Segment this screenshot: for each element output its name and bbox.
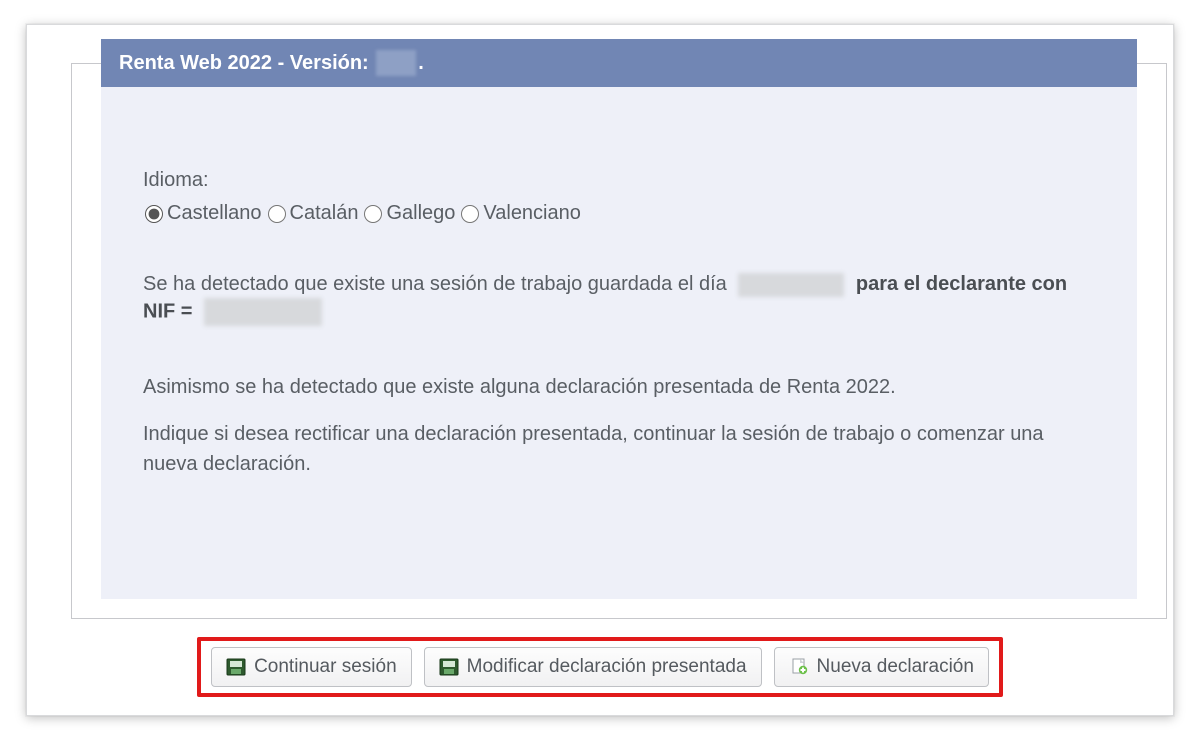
language-label: Idioma: (143, 167, 1095, 194)
radio-castellano[interactable] (145, 205, 163, 223)
new-document-icon (789, 658, 809, 676)
radio-valenciano[interactable] (461, 205, 479, 223)
continue-session-label: Continuar sesión (254, 656, 397, 678)
main-panel: Idioma: Castellano Catalán Gallego Valen… (101, 87, 1137, 599)
language-option-label: Gallego (386, 200, 455, 227)
session-detected-message: Se ha detectado que existe una sesión de… (143, 271, 1095, 326)
continue-session-button[interactable]: Continuar sesión (211, 647, 412, 687)
language-option-label: Catalán (290, 200, 359, 227)
declaration-presented-message: Asimismo se ha detectado que existe algu… (143, 374, 1095, 401)
language-option-valenciano[interactable]: Valenciano (459, 200, 580, 227)
language-option-castellano[interactable]: Castellano (143, 200, 262, 227)
session-prefix: Se ha detectado que existe una sesión de… (143, 273, 732, 295)
diskette-icon (226, 658, 246, 676)
language-option-gallego[interactable]: Gallego (362, 200, 455, 227)
title-bar: Renta Web 2022 - Versión: . (101, 39, 1137, 87)
modify-declaration-button[interactable]: Modificar declaración presentada (424, 647, 762, 687)
title-text-suffix: . (418, 52, 424, 74)
version-redacted (376, 50, 416, 76)
modify-declaration-label: Modificar declaración presentada (467, 656, 747, 678)
language-options: Castellano Catalán Gallego Valenciano (143, 200, 1095, 227)
app-window: Renta Web 2022 - Versión: . Idioma: Cast… (26, 24, 1174, 716)
new-declaration-button[interactable]: Nueva declaración (774, 647, 989, 687)
new-declaration-label: Nueva declaración (817, 656, 974, 678)
nif-redacted (204, 298, 322, 326)
session-date-redacted (738, 273, 844, 297)
radio-catalan[interactable] (268, 205, 286, 223)
instruction-message: Indique si desea rectificar una declarac… (143, 419, 1095, 479)
title-text-prefix: Renta Web 2022 - Versión: (119, 52, 374, 74)
language-option-label: Castellano (167, 200, 262, 227)
diskette-icon (439, 658, 459, 676)
language-option-catalan[interactable]: Catalán (266, 200, 359, 227)
language-option-label: Valenciano (483, 200, 580, 227)
highlight-box: Continuar sesión Modificar declaración p… (197, 637, 1003, 697)
radio-gallego[interactable] (364, 205, 382, 223)
action-button-row: Continuar sesión Modificar declaración p… (27, 637, 1173, 697)
